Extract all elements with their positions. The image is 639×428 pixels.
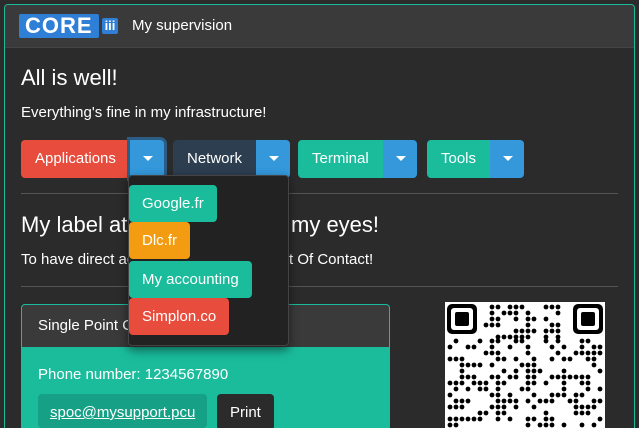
- divider: [21, 286, 618, 287]
- tools-group: Tools: [427, 140, 525, 178]
- phone-number: Phone number: 1234567890: [38, 366, 229, 383]
- chevron-down-icon: [142, 156, 153, 161]
- main-window: CORE iii My supervision All is well! Eve…: [4, 4, 635, 428]
- chevron-down-icon: [269, 156, 280, 161]
- contact-heading: My label at my eyes!: [21, 212, 379, 238]
- logo-suffix: iii: [101, 18, 119, 34]
- dropdown-item-google[interactable]: Google.fr: [129, 185, 217, 222]
- app-title: My supervision: [132, 17, 233, 34]
- tools-toggle[interactable]: [490, 140, 525, 178]
- applications-group: Applications: [21, 140, 164, 178]
- logo-core: CORE: [19, 14, 99, 38]
- status-message: Everything's fine in my infrastructure!: [21, 104, 267, 121]
- email-link[interactable]: spoc@mysupport.pcu: [38, 394, 208, 428]
- dropdown-item-dlc[interactable]: Dlc.fr: [129, 222, 190, 259]
- chevron-down-icon: [395, 156, 406, 161]
- network-group: Network: [173, 140, 291, 178]
- status-heading: All is well!: [21, 65, 118, 90]
- terminal-button[interactable]: Terminal: [298, 140, 383, 178]
- network-button[interactable]: Network: [173, 140, 257, 178]
- contact-subtitle-left: To have direct ac: [21, 251, 135, 268]
- print-button[interactable]: Print: [217, 394, 274, 428]
- applications-dropdown-menu: Google.fr Dlc.fr My accounting Simplon.c…: [128, 175, 289, 346]
- terminal-toggle[interactable]: [382, 140, 417, 178]
- qr-code-icon: [445, 302, 605, 428]
- contact-subtitle-right: t Of Contact!: [289, 251, 374, 268]
- applications-toggle[interactable]: [129, 140, 164, 178]
- chevron-down-icon: [503, 156, 514, 161]
- contact-heading-right: my eyes!: [291, 212, 380, 237]
- applications-button[interactable]: Applications: [21, 140, 130, 178]
- divider: [21, 193, 618, 194]
- dropdown-item-my-accounting[interactable]: My accounting: [129, 261, 252, 298]
- title-bar: CORE iii My supervision: [5, 5, 634, 48]
- network-toggle[interactable]: [256, 140, 291, 178]
- app-logo: CORE iii: [19, 14, 119, 38]
- terminal-group: Terminal: [298, 140, 417, 178]
- contact-subtitle: To have direct ac t Of Contact!: [21, 251, 373, 268]
- tools-button[interactable]: Tools: [427, 140, 491, 178]
- contact-heading-left: My label at: [21, 212, 128, 237]
- dropdown-item-simplon[interactable]: Simplon.co: [129, 298, 230, 335]
